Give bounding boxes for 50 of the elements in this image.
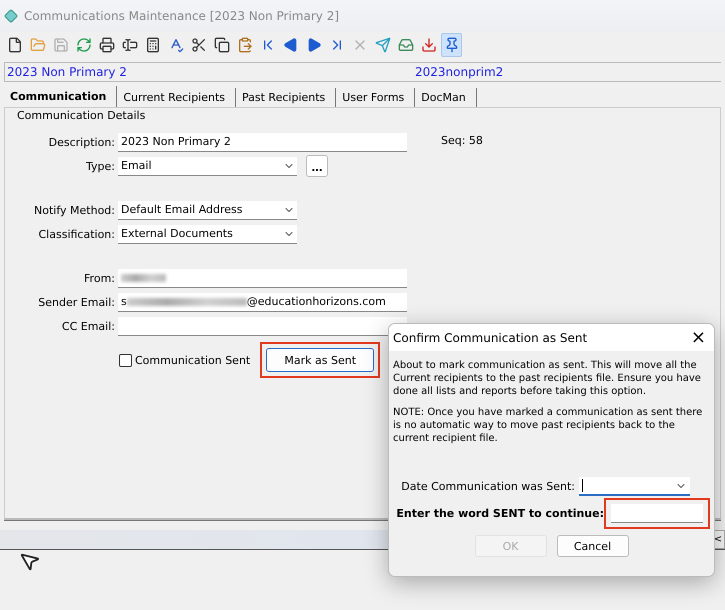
field-label: Notify Method: xyxy=(33,204,116,216)
save-icon xyxy=(52,37,68,53)
next-record-icon xyxy=(306,37,322,53)
checkbox-label: Communication Sent xyxy=(135,354,250,366)
pin-icon xyxy=(444,37,460,53)
date-dropdown[interactable] xyxy=(579,477,690,496)
cancel-button[interactable]: Cancel xyxy=(556,535,628,557)
text-field-icon xyxy=(122,37,138,53)
date-label: Date Communication was Sent: xyxy=(401,480,575,493)
previous-record-icon xyxy=(282,37,298,53)
new-file-icon xyxy=(6,37,22,53)
refresh-icon xyxy=(76,37,92,53)
record-code: 2023nonprim2 xyxy=(415,65,504,79)
dialog-title: Confirm Communication as Sent xyxy=(393,330,588,344)
input-field[interactable]: s @educationhorizons.com xyxy=(118,292,407,312)
record-name: 2023 Non Primary 2 xyxy=(7,65,128,79)
field-label: Sender Email: xyxy=(37,296,116,308)
browse-button[interactable]: ... xyxy=(306,155,328,177)
app-logo-icon xyxy=(4,9,18,23)
field-label: Classification: xyxy=(38,228,116,240)
tray-check-icon xyxy=(398,37,414,53)
calculator-icon xyxy=(144,37,160,53)
input-field[interactable] xyxy=(118,268,407,288)
blurred-text xyxy=(121,274,166,282)
copy-icon xyxy=(214,37,230,53)
printer-icon xyxy=(98,37,114,53)
group-title: Communication Details xyxy=(17,109,146,122)
field-label: Description: xyxy=(48,136,116,148)
field-label: Type: xyxy=(85,160,116,172)
field-label: CC Email: xyxy=(60,320,116,332)
close-button[interactable]: × xyxy=(690,327,706,348)
field-label: From: xyxy=(83,272,116,284)
dropdown-field[interactable]: Email xyxy=(118,156,297,176)
paste-icon xyxy=(236,37,252,53)
toolbar-button[interactable] xyxy=(441,33,462,57)
input-field[interactable]: 2023 Non Primary 2 xyxy=(118,132,407,152)
scissors-icon xyxy=(190,37,206,53)
sequence-label: Seq: 58 xyxy=(441,134,483,147)
window-title: Communications Maintenance [2023 Non Primary 2] xyxy=(24,9,340,23)
input-field[interactable] xyxy=(611,504,703,523)
dropdown-field[interactable]: External Documents xyxy=(118,224,297,244)
dialog-message: About to mark communication as sent. This will move all the Current recipients to the past recipients file. Ensure you have done all lists and reports before taking this option. xyxy=(393,359,702,398)
mark-as-sent-button[interactable]: Mark as Sent xyxy=(266,348,374,372)
tray-download-icon xyxy=(420,37,436,53)
send-icon xyxy=(374,37,390,53)
confirm-word-label: Enter the word SENT to continue: xyxy=(396,507,604,520)
checkbox[interactable] xyxy=(119,354,132,366)
dialog-message: NOTE: Once you have marked a communication as sent there is no automatic way to move past recipients back to the current recipient file. xyxy=(393,406,704,445)
open-folder-icon xyxy=(30,37,46,53)
dropdown-field[interactable]: Default Email Address xyxy=(118,200,297,220)
